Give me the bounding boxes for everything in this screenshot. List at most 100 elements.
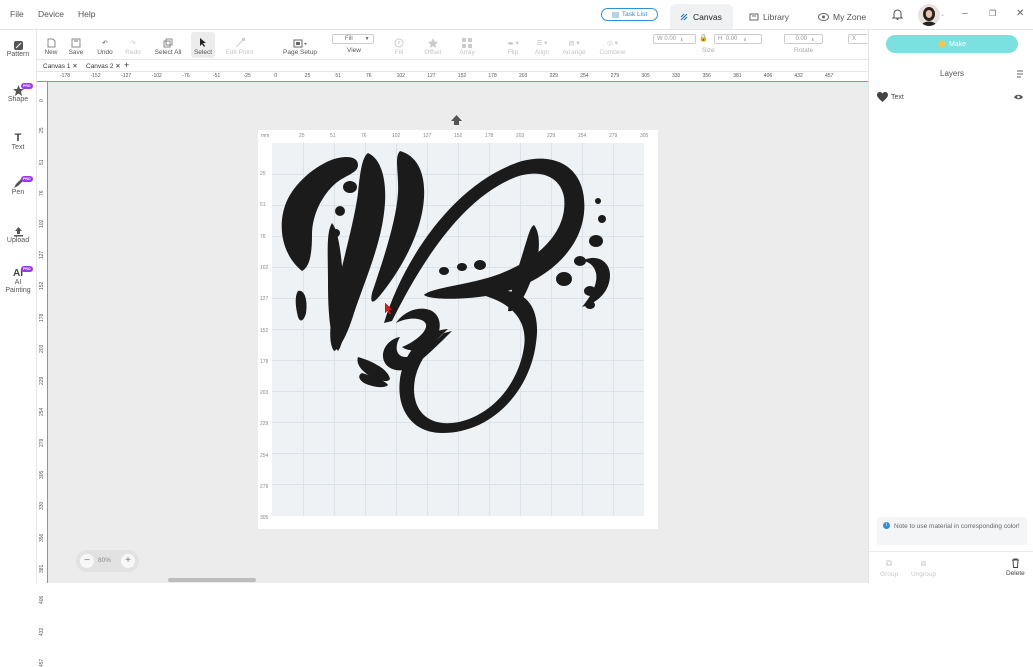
upload-tool[interactable]: Upload <box>0 226 36 245</box>
minimize-icon[interactable]: – <box>962 8 968 19</box>
fill-icon <box>394 37 404 49</box>
dot-8 <box>574 256 586 266</box>
edit-point-button[interactable]: Edit Point <box>222 32 257 58</box>
rotate-field[interactable]: 0.00 ⬍ <box>784 34 823 44</box>
layer-name: Text <box>891 94 904 101</box>
group-button[interactable]: ⧉ Group <box>880 558 898 578</box>
restore-icon[interactable]: ❐ <box>989 9 996 18</box>
new-button[interactable]: New <box>41 32 61 58</box>
flip-button[interactable]: ◂▸ ▾ Flip <box>502 32 524 58</box>
delete-label: Delete <box>1006 570 1025 577</box>
bell-icon[interactable] <box>892 8 903 20</box>
redo-button[interactable]: ↷ Redo <box>123 32 143 58</box>
zoom-in-icon[interactable]: + <box>121 554 135 568</box>
ruler-tick-label: 305 <box>641 73 650 79</box>
align-button[interactable]: ☰ ▾ Align <box>531 32 553 58</box>
paper-ruler-label: 305 <box>640 133 649 139</box>
x-field[interactable]: X <box>848 34 868 44</box>
tab-library-label: Library <box>763 11 789 22</box>
unit-label: mm <box>261 133 270 139</box>
ruler-tick-label: 381 <box>39 564 45 573</box>
pro-badge: PRO <box>21 176 33 182</box>
delete-button[interactable]: Delete <box>1006 558 1025 577</box>
menu-device[interactable]: Device <box>38 9 64 19</box>
arrange-label: Arrange <box>562 49 586 56</box>
edit-point-label: Edit Point <box>225 49 254 56</box>
ruler-tick-label: -25 <box>243 73 251 79</box>
task-list-button[interactable]: Task List <box>601 8 658 21</box>
menu-help[interactable]: Help <box>78 9 95 19</box>
ruler-tick-label: 51 <box>39 159 45 165</box>
canvas-tab-1[interactable]: Canvas 1 ✕ <box>43 62 78 70</box>
ungroup-button[interactable]: ⧈ Ungroup <box>911 558 936 578</box>
avatar[interactable] <box>918 4 940 26</box>
height-field[interactable]: H 0.00 ⬍ <box>714 34 762 44</box>
paper-ruler-label: 203 <box>260 390 269 397</box>
close-icon[interactable]: ✕ <box>1016 8 1024 19</box>
eye-icon[interactable] <box>1014 94 1023 100</box>
rotate-handle-icon[interactable] <box>451 115 462 126</box>
canvas-tab-2[interactable]: Canvas 2 ✕ <box>86 62 121 70</box>
close-icon[interactable]: ✕ <box>115 63 120 70</box>
pattern-tool[interactable]: Pattern <box>0 40 36 59</box>
arrange-icon: ▤ ▾ <box>568 40 580 47</box>
save-icon <box>71 37 81 49</box>
select-all-icon <box>163 37 173 49</box>
select-button[interactable]: Select <box>191 32 215 58</box>
combine-icon: ◎ ▾ <box>607 40 618 47</box>
layer-row[interactable]: Text <box>875 92 1028 104</box>
stepper-icon: ⬍ <box>680 36 684 42</box>
add-canvas-icon[interactable]: + <box>124 60 129 70</box>
info-icon: i <box>883 522 890 529</box>
height-label: H <box>718 36 723 42</box>
paper-ruler-label: 229 <box>260 421 269 428</box>
pen-tool[interactable]: PRO Pen <box>0 176 36 197</box>
ruler-tick-label: -127 <box>121 73 132 79</box>
dot-6 <box>474 260 486 270</box>
paper-ruler-label: 254 <box>578 133 587 139</box>
view-mode-select[interactable]: Fill ▼ <box>332 34 374 44</box>
paper-ruler-label: 127 <box>260 296 269 303</box>
pen-label: Pen <box>11 189 25 196</box>
make-icon <box>938 40 946 48</box>
combine-button[interactable]: ◎ ▾ Combine <box>596 32 629 58</box>
width-field[interactable]: W 0.00 ⬍ <box>653 34 696 44</box>
tab-library[interactable]: Library <box>740 4 798 29</box>
upload-label: Upload <box>6 237 30 244</box>
lock-icon[interactable]: 🔒 <box>699 34 708 42</box>
tab-canvas[interactable]: Canvas <box>670 4 733 29</box>
select-all-button[interactable]: Select All <box>152 32 184 58</box>
text-tool[interactable]: T Text <box>0 133 36 152</box>
left-sidebar: Pattern PRO Shape T Text PRO Pen Upload … <box>0 30 37 583</box>
save-button[interactable]: Save <box>65 32 87 58</box>
arrange-button[interactable]: ▤ ▾ Arrange <box>560 32 588 58</box>
chevron-down-icon[interactable]: ⌄ <box>940 11 945 18</box>
ai-painting-tool[interactable]: PRO AI AI Painting <box>0 266 36 295</box>
fill-button[interactable]: Fill <box>392 32 406 58</box>
undo-button[interactable]: ↶ Undo <box>94 32 116 58</box>
ruler-tick-label: 432 <box>39 627 45 636</box>
close-icon[interactable]: ✕ <box>72 63 77 70</box>
make-button[interactable]: Make <box>886 35 1018 53</box>
layer-thumbnail-icon <box>877 92 888 102</box>
x-label: X <box>852 36 857 42</box>
artwork[interactable] <box>272 143 644 516</box>
menu-file[interactable]: File <box>10 9 24 19</box>
dot-10 <box>598 215 606 223</box>
material-note: i Note to use material in corresponding … <box>877 517 1027 545</box>
paper-ruler-label: 25 <box>260 171 266 177</box>
page-setup-button[interactable]: Page Setup <box>281 32 319 58</box>
ruler-tick-label: 25 <box>304 73 311 79</box>
new-label: New <box>44 49 58 56</box>
paper-ruler-label: 279 <box>260 484 269 490</box>
zoom-out-icon[interactable]: − <box>80 554 94 568</box>
right-panel: Make Layers Text i Note to use material … <box>868 30 1033 583</box>
shape-tool[interactable]: PRO Shape <box>0 83 36 104</box>
layers-settings-icon[interactable] <box>1016 69 1025 78</box>
tab-myzone-label: My Zone <box>833 11 867 22</box>
horizontal-scrollbar[interactable] <box>168 578 256 582</box>
stepper-icon: ⬍ <box>811 36 815 42</box>
tab-myzone[interactable]: My Zone <box>809 4 875 29</box>
offset-button[interactable]: Offset <box>422 32 444 58</box>
array-button[interactable]: Array <box>458 32 476 58</box>
